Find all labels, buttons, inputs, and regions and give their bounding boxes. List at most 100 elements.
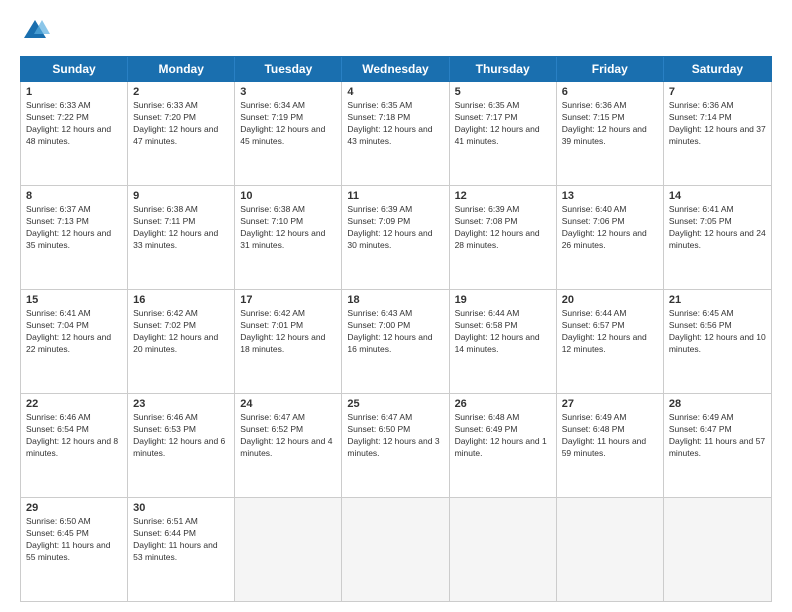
calendar-cell: 28 Sunrise: 6:49 AMSunset: 6:47 PMDayligh… [664,394,771,497]
cell-info: Sunrise: 6:35 AMSunset: 7:17 PMDaylight:… [455,100,551,148]
cell-info: Sunrise: 6:38 AMSunset: 7:11 PMDaylight:… [133,204,229,252]
calendar-cell: 17 Sunrise: 6:42 AMSunset: 7:01 PMDayligh… [235,290,342,393]
calendar-cell: 15 Sunrise: 6:41 AMSunset: 7:04 PMDayligh… [21,290,128,393]
day-number: 6 [562,86,658,98]
header-day-thursday: Thursday [450,57,557,81]
cell-info: Sunrise: 6:33 AMSunset: 7:20 PMDaylight:… [133,100,229,148]
calendar: SundayMondayTuesdayWednesdayThursdayFrid… [20,56,772,602]
day-number: 10 [240,190,336,202]
cell-info: Sunrise: 6:45 AMSunset: 6:56 PMDaylight:… [669,308,766,356]
header-day-sunday: Sunday [21,57,128,81]
day-number: 20 [562,294,658,306]
calendar-body: 1 Sunrise: 6:33 AMSunset: 7:22 PMDaylight… [20,82,772,602]
day-number: 24 [240,398,336,410]
cell-info: Sunrise: 6:46 AMSunset: 6:53 PMDaylight:… [133,412,229,460]
cell-info: Sunrise: 6:39 AMSunset: 7:09 PMDaylight:… [347,204,443,252]
calendar-cell: 1 Sunrise: 6:33 AMSunset: 7:22 PMDaylight… [21,82,128,185]
logo-icon [20,16,50,46]
page-header [20,16,772,46]
cell-info: Sunrise: 6:38 AMSunset: 7:10 PMDaylight:… [240,204,336,252]
day-number: 12 [455,190,551,202]
day-number: 22 [26,398,122,410]
calendar-cell: 3 Sunrise: 6:34 AMSunset: 7:19 PMDaylight… [235,82,342,185]
day-number: 15 [26,294,122,306]
calendar-cell: 13 Sunrise: 6:40 AMSunset: 7:06 PMDayligh… [557,186,664,289]
cell-info: Sunrise: 6:41 AMSunset: 7:04 PMDaylight:… [26,308,122,356]
calendar-cell [342,498,449,601]
cell-info: Sunrise: 6:40 AMSunset: 7:06 PMDaylight:… [562,204,658,252]
day-number: 17 [240,294,336,306]
day-number: 3 [240,86,336,98]
day-number: 25 [347,398,443,410]
header-day-monday: Monday [128,57,235,81]
day-number: 4 [347,86,443,98]
calendar-cell: 9 Sunrise: 6:38 AMSunset: 7:11 PMDaylight… [128,186,235,289]
calendar-cell: 11 Sunrise: 6:39 AMSunset: 7:09 PMDayligh… [342,186,449,289]
calendar-cell: 18 Sunrise: 6:43 AMSunset: 7:00 PMDayligh… [342,290,449,393]
cell-info: Sunrise: 6:34 AMSunset: 7:19 PMDaylight:… [240,100,336,148]
calendar-week-3: 15 Sunrise: 6:41 AMSunset: 7:04 PMDayligh… [21,290,771,394]
calendar-cell: 19 Sunrise: 6:44 AMSunset: 6:58 PMDayligh… [450,290,557,393]
day-number: 1 [26,86,122,98]
calendar-cell: 29Sunrise: 6:50 AMSunset: 6:45 PMDayligh… [21,498,128,601]
calendar-cell [450,498,557,601]
cell-info: Sunrise: 6:49 AMSunset: 6:47 PMDaylight:… [669,412,766,460]
header-day-saturday: Saturday [664,57,771,81]
cell-info: Sunrise: 6:44 AMSunset: 6:57 PMDaylight:… [562,308,658,356]
calendar-week-4: 22 Sunrise: 6:46 AMSunset: 6:54 PMDayligh… [21,394,771,498]
calendar-cell: 25 Sunrise: 6:47 AMSunset: 6:50 PMDayligh… [342,394,449,497]
calendar-cell: 8 Sunrise: 6:37 AMSunset: 7:13 PMDaylight… [21,186,128,289]
header-day-tuesday: Tuesday [235,57,342,81]
day-number: 16 [133,294,229,306]
calendar-cell: 24 Sunrise: 6:47 AMSunset: 6:52 PMDayligh… [235,394,342,497]
calendar-cell: 12 Sunrise: 6:39 AMSunset: 7:08 PMDayligh… [450,186,557,289]
cell-info: Sunrise: 6:36 AMSunset: 7:15 PMDaylight:… [562,100,658,148]
calendar-cell [235,498,342,601]
cell-info: Sunrise: 6:46 AMSunset: 6:54 PMDaylight:… [26,412,122,460]
calendar-cell: 7 Sunrise: 6:36 AMSunset: 7:14 PMDaylight… [664,82,771,185]
day-number: 5 [455,86,551,98]
cell-info: Sunrise: 6:42 AMSunset: 7:02 PMDaylight:… [133,308,229,356]
day-number: 7 [669,86,766,98]
day-number: 13 [562,190,658,202]
calendar-cell [664,498,771,601]
day-number: 21 [669,294,766,306]
cell-info: Sunrise: 6:47 AMSunset: 6:52 PMDaylight:… [240,412,336,460]
calendar-cell [557,498,664,601]
day-number: 11 [347,190,443,202]
day-number: 18 [347,294,443,306]
calendar-cell: 26Sunrise: 6:48 AMSunset: 6:49 PMDayligh… [450,394,557,497]
cell-info: Sunrise: 6:50 AMSunset: 6:45 PMDaylight:… [26,516,122,564]
calendar-week-5: 29Sunrise: 6:50 AMSunset: 6:45 PMDayligh… [21,498,771,601]
cell-info: Sunrise: 6:44 AMSunset: 6:58 PMDaylight:… [455,308,551,356]
calendar-cell: 21 Sunrise: 6:45 AMSunset: 6:56 PMDayligh… [664,290,771,393]
cell-info: Sunrise: 6:39 AMSunset: 7:08 PMDaylight:… [455,204,551,252]
day-number: 23 [133,398,229,410]
cell-info: Sunrise: 6:42 AMSunset: 7:01 PMDaylight:… [240,308,336,356]
day-number: 30 [133,502,229,514]
calendar-week-1: 1 Sunrise: 6:33 AMSunset: 7:22 PMDaylight… [21,82,771,186]
calendar-cell: 16 Sunrise: 6:42 AMSunset: 7:02 PMDayligh… [128,290,235,393]
calendar-week-2: 8 Sunrise: 6:37 AMSunset: 7:13 PMDaylight… [21,186,771,290]
day-number: 28 [669,398,766,410]
day-number: 8 [26,190,122,202]
day-number: 19 [455,294,551,306]
calendar-cell: 20 Sunrise: 6:44 AMSunset: 6:57 PMDayligh… [557,290,664,393]
cell-info: Sunrise: 6:36 AMSunset: 7:14 PMDaylight:… [669,100,766,148]
day-number: 14 [669,190,766,202]
day-number: 9 [133,190,229,202]
calendar-cell: 5 Sunrise: 6:35 AMSunset: 7:17 PMDaylight… [450,82,557,185]
day-number: 2 [133,86,229,98]
calendar-cell: 23 Sunrise: 6:46 AMSunset: 6:53 PMDayligh… [128,394,235,497]
calendar-cell: 14Sunrise: 6:41 AMSunset: 7:05 PMDayligh… [664,186,771,289]
day-number: 26 [455,398,551,410]
cell-info: Sunrise: 6:49 AMSunset: 6:48 PMDaylight:… [562,412,658,460]
calendar-cell: 2 Sunrise: 6:33 AMSunset: 7:20 PMDaylight… [128,82,235,185]
day-number: 27 [562,398,658,410]
cell-info: Sunrise: 6:47 AMSunset: 6:50 PMDaylight:… [347,412,443,460]
header-day-wednesday: Wednesday [342,57,449,81]
cell-info: Sunrise: 6:33 AMSunset: 7:22 PMDaylight:… [26,100,122,148]
calendar-header: SundayMondayTuesdayWednesdayThursdayFrid… [20,56,772,82]
cell-info: Sunrise: 6:43 AMSunset: 7:00 PMDaylight:… [347,308,443,356]
cell-info: Sunrise: 6:37 AMSunset: 7:13 PMDaylight:… [26,204,122,252]
